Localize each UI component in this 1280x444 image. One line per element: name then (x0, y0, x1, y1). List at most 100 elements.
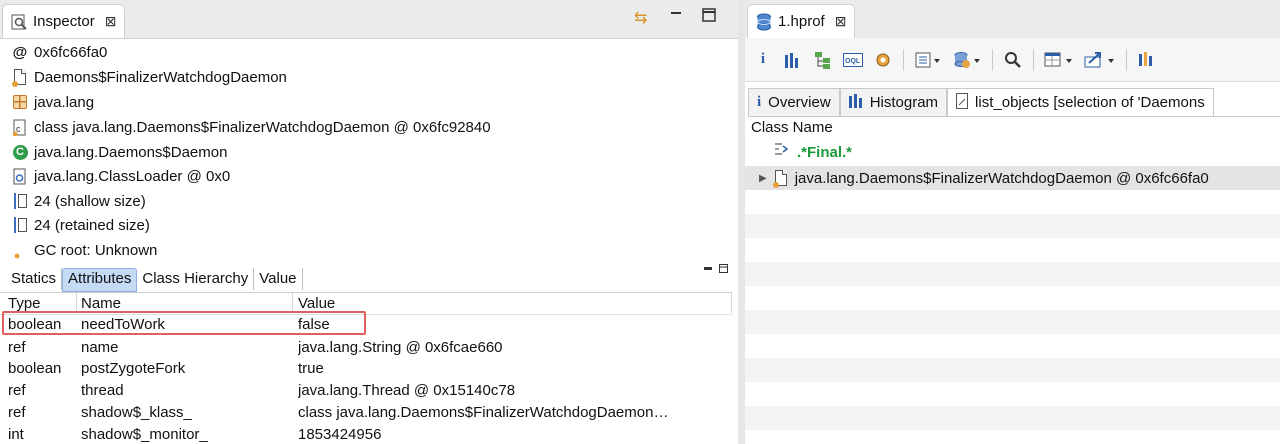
tab-statics[interactable]: Statics (6, 268, 63, 290)
row-type: ref (8, 339, 26, 356)
table-row[interactable]: ref shadow$_klass_ class java.lang.Daemo… (0, 402, 732, 424)
tab-attributes[interactable]: Attributes (62, 268, 138, 292)
minimize-icon[interactable] (670, 8, 682, 27)
table-row[interactable]: ref name java.lang.String @ 0x6fcae660 (0, 337, 732, 359)
shallow-size-icon (12, 192, 28, 210)
row-name: name (81, 339, 119, 356)
column-divider (731, 293, 732, 313)
row-value: java.lang.Thread @ 0x15140c78 (298, 382, 516, 399)
empty-row (745, 310, 1280, 334)
link-with-editor-icon[interactable]: ⇆ (634, 8, 647, 28)
heap-dump-editor: 1.hprof ⊠ i OQL i Overview Histogram lis… (745, 0, 1280, 444)
superclass-name: java.lang.Daemons$Daemon (34, 143, 228, 161)
toolbar-separator (903, 48, 904, 71)
tab-histogram[interactable]: Histogram (839, 88, 948, 116)
class-c-icon: c (12, 118, 28, 136)
hprof-file-tab[interactable]: 1.hprof ⊠ (747, 4, 856, 38)
row-value: class java.lang.Daemons$FinalizerWatchdo… (298, 404, 669, 421)
table-row[interactable]: ref thread java.lang.Thread @ 0x15140c78 (0, 380, 732, 402)
tab-histogram-label: Histogram (869, 94, 939, 111)
expand-arrow-icon[interactable]: ▶ (759, 173, 767, 184)
empty-row (745, 262, 1280, 286)
row-name: thread (81, 382, 124, 399)
class-object-row[interactable]: c class java.lang.Daemons$FinalizerWatch… (12, 115, 491, 139)
inspector-tab[interactable]: Inspector ⊠ (2, 4, 126, 38)
mini-maximize-icon[interactable] (719, 264, 728, 276)
at-icon: @ (12, 43, 28, 61)
column-divider (292, 293, 293, 313)
tree-row-object[interactable]: ▶ java.lang.Daemons$FinalizerWatchdogDae… (759, 166, 1209, 190)
classloader-icon (12, 167, 28, 185)
object-address: 0x6fc66fa0 (34, 43, 108, 61)
row-value: true (298, 360, 324, 377)
row-name: postZygoteFork (81, 360, 186, 377)
gc-root-icon (12, 241, 28, 259)
histogram-icon (848, 93, 863, 112)
regex-filter-text: .*Final.* (797, 143, 853, 161)
row-value: 1853424956 (298, 426, 382, 443)
close-icon[interactable]: ⊠ (835, 13, 847, 30)
row-type: int (8, 426, 24, 443)
overview-info-icon[interactable]: i (753, 48, 773, 72)
table-layout-icon[interactable] (1044, 48, 1074, 72)
package-icon (12, 93, 28, 111)
svg-text:OQL: OQL (845, 58, 861, 65)
class-file-icon (12, 68, 28, 87)
row-value: java.lang.String @ 0x6fcae660 (298, 339, 503, 356)
tab-list-objects[interactable]: list_objects [selection of 'Daemons (947, 88, 1214, 116)
tab-value[interactable]: Value (254, 268, 303, 290)
table-row[interactable]: int shadow$_monitor_ 1853424956 (0, 424, 732, 444)
calculate-retained-size-icon[interactable] (1137, 48, 1157, 72)
package-row[interactable]: java.lang (12, 90, 94, 114)
mini-minimize-icon[interactable] (704, 264, 712, 275)
tab-list-objects-label: list_objects [selection of 'Daemons (975, 94, 1205, 111)
dominator-tree-icon[interactable] (813, 48, 833, 72)
maximize-icon[interactable] (702, 8, 716, 27)
regex-filter-row[interactable]: .*Final.* (773, 140, 852, 164)
empty-row (745, 358, 1280, 382)
highlight-box (2, 311, 366, 335)
column-class-name[interactable]: Class Name (751, 118, 833, 138)
tab-overview[interactable]: i Overview (748, 88, 840, 116)
class-object: class java.lang.Daemons$FinalizerWatchdo… (34, 118, 491, 136)
superclass-row[interactable]: C java.lang.Daemons$Daemon (12, 140, 227, 164)
empty-row (745, 406, 1280, 430)
oql-icon[interactable]: OQL (843, 48, 863, 72)
row-type: ref (8, 404, 26, 421)
close-icon[interactable]: ⊠ (105, 13, 117, 30)
query-browser-icon[interactable] (914, 48, 942, 72)
gear-icon[interactable] (873, 48, 893, 72)
hprof-file-name: 1.hprof (778, 13, 825, 30)
inspector-icon (11, 13, 27, 31)
object-address-row[interactable]: @ 0x6fc66fa0 (12, 40, 108, 64)
document-icon (956, 92, 969, 113)
class-name-row[interactable]: Daemons$FinalizerWatchdogDaemon (12, 65, 287, 89)
inspector-tab-bar: Inspector ⊠ ⇆ (0, 0, 738, 39)
row-name: shadow$_klass_ (81, 404, 192, 421)
inspector-subtabs: Statics Attributes Class Hierarchy Value (6, 268, 303, 292)
empty-row (745, 214, 1280, 238)
regex-filter-icon (773, 141, 791, 163)
search-icon[interactable] (1003, 48, 1023, 72)
row-name: shadow$_monitor_ (81, 426, 208, 443)
retained-size: 24 (retained size) (34, 216, 150, 234)
toolbar-separator (1033, 48, 1034, 71)
tree-object-label: java.lang.Daemons$FinalizerWatchdogDaemo… (794, 169, 1209, 187)
inspector-title: Inspector (33, 13, 95, 30)
pane-splitter[interactable] (738, 0, 745, 444)
class-file-icon (772, 169, 789, 188)
heap-dump-actions-icon[interactable] (952, 48, 982, 72)
retained-size-row: 24 (retained size) (12, 213, 150, 237)
tab-class-hierarchy[interactable]: Class Hierarchy (137, 268, 255, 290)
result-tabs: i Overview Histogram list_objects [selec… (748, 88, 1280, 117)
export-icon[interactable] (1084, 48, 1116, 72)
toolbar-separator (1126, 48, 1127, 71)
shallow-size: 24 (shallow size) (34, 192, 146, 210)
database-icon (756, 13, 772, 31)
tab-overview-label: Overview (768, 94, 831, 111)
editor-toolbar: i OQL (745, 38, 1280, 82)
toolbar-separator (992, 48, 993, 71)
classloader-row[interactable]: java.lang.ClassLoader @ 0x0 (12, 164, 230, 188)
table-row[interactable]: boolean postZygoteFork true (0, 358, 732, 380)
histogram-icon[interactable] (783, 48, 803, 72)
